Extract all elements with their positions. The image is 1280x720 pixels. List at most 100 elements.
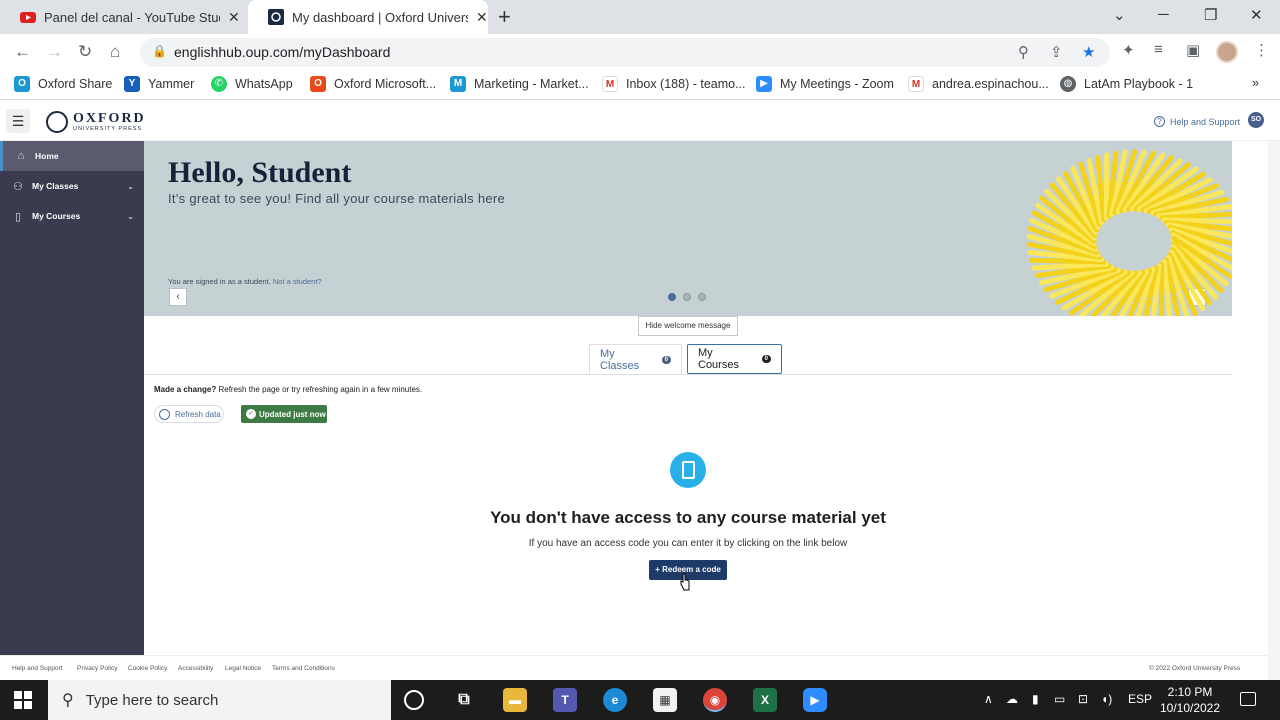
not-a-student-link[interactable]: Not a student? [273, 277, 322, 286]
onedrive-icon[interactable]: ☁ [1006, 692, 1018, 706]
footer-link[interactable]: Accessibility [178, 665, 213, 672]
book-icon: ▯ [14, 210, 22, 223]
tab-my-classes[interactable]: My Classes 0 [589, 344, 682, 375]
bookmarks-bar: O Oxford Share Y Yammer ✆ WhatsApp O Oxford … [0, 70, 1280, 100]
count-badge: 0 [661, 356, 671, 364]
zoom-taskbar-icon[interactable]: ▶ [803, 688, 827, 712]
browser-tab-dashboard[interactable]: My dashboard | Oxford University Press ✕ [248, 0, 488, 34]
bookmark-item[interactable]: ◍ LatAm Playbook - 1 [1060, 76, 1193, 92]
bookmark-item[interactable]: Mandrea.espinachou... [908, 76, 1049, 92]
footer-link[interactable]: Privacy Policy [77, 665, 117, 672]
home-icon[interactable]: ⌂ [110, 42, 120, 62]
bookmark-item[interactable]: M Inbox (188) - teamo... [602, 76, 746, 92]
profile-avatar[interactable] [1216, 41, 1238, 63]
slide-dot[interactable] [698, 293, 706, 301]
cortana-icon[interactable] [404, 690, 424, 710]
sidebar-item-my-classes[interactable]: ⚇ My Classes ⌄ [0, 171, 144, 201]
hand-cursor-icon [680, 573, 690, 591]
bookmark-item[interactable]: ▶ My Meetings - Zoom [756, 76, 894, 92]
notifications-icon[interactable] [1240, 692, 1256, 706]
browser-tab-youtube[interactable]: Panel del canal - YouTube Studio ✕ [0, 0, 246, 34]
file-explorer-icon[interactable]: ▬ [503, 688, 527, 712]
forward-icon[interactable]: → [46, 42, 63, 62]
extensions-icon[interactable]: ✦ [1122, 41, 1135, 59]
media-icon[interactable]: ≡ [1154, 41, 1163, 58]
address-bar[interactable]: 🔒 englishhub.oup.com/myDashboard ⚲ ⇪ ★ [140, 38, 1110, 67]
reload-icon[interactable]: ↻ [78, 42, 92, 62]
empty-state-subtitle: If you have an access code you can enter… [528, 538, 848, 549]
network-icon[interactable]: ⊡ [1078, 692, 1088, 706]
share-icon[interactable]: ⇪ [1050, 43, 1063, 61]
browser-tab-bar: Panel del canal - YouTube Studio ✕ My da… [0, 0, 1280, 34]
window-close-icon[interactable]: ✕ [1250, 6, 1263, 24]
menu-icon[interactable]: ⋮ [1254, 41, 1269, 59]
new-tab-icon[interactable]: + [498, 4, 511, 30]
slide-dot[interactable] [683, 293, 691, 301]
lock-icon[interactable]: 🔒 [152, 44, 167, 58]
check-icon: ✓ [246, 409, 256, 419]
side-panel-icon[interactable]: ▣ [1186, 41, 1200, 59]
oxford-logo[interactable]: OXFORD UNIVERSITY PRESS [46, 111, 146, 133]
hide-welcome-button[interactable]: Hide welcome message [638, 316, 738, 336]
show-hidden-icons-icon[interactable]: ∧ [984, 692, 993, 706]
page-scrollbar[interactable] [1268, 141, 1280, 680]
bookmark-item[interactable]: O Oxford Share [14, 76, 112, 92]
minimize-icon[interactable]: ─ [1158, 6, 1169, 23]
task-view-icon[interactable]: ⧉ [452, 688, 476, 712]
restore-icon[interactable]: ❐ [1204, 6, 1217, 24]
hamburger-menu-icon[interactable]: ☰ [6, 109, 30, 133]
whatsapp-icon: ✆ [211, 76, 227, 92]
back-icon[interactable]: ← [14, 42, 31, 62]
sidebar-item-my-courses[interactable]: ▯ My Courses ⌄ [0, 201, 144, 231]
bookmark-item[interactable]: ✆ WhatsApp [211, 76, 293, 92]
url-text[interactable]: englishhub.oup.com/myDashboard [174, 44, 390, 60]
tab-search-icon[interactable]: ⌄ [1113, 6, 1126, 24]
people-icon: ⚇ [13, 180, 23, 193]
footer-link[interactable]: Legal Notice [225, 665, 261, 672]
count-badge: 0 [761, 355, 771, 363]
windows-start-icon[interactable] [14, 691, 32, 709]
chrome-icon[interactable]: ◉ [703, 688, 727, 712]
address-row: ← → ↻ ⌂ 🔒 englishhub.oup.com/myDashboard… [0, 34, 1280, 70]
bookmark-item[interactable]: M Marketing - Market... [450, 76, 589, 92]
welcome-subtitle: It's great to see you! Find all your cou… [168, 191, 506, 206]
refresh-data-button[interactable]: Refresh data [154, 405, 224, 423]
bookmarks-overflow-icon[interactable]: » [1252, 76, 1259, 90]
sidebar-item-home[interactable]: ⌂ Home [0, 141, 144, 171]
user-avatar[interactable]: SO [1248, 112, 1264, 128]
zoom-icon[interactable]: ⚲ [1018, 43, 1029, 61]
edge-icon[interactable]: e [603, 688, 627, 712]
search-icon: ⚲ [62, 692, 74, 709]
system-clock[interactable]: 2:10 PM 10/10/2022 [1150, 684, 1230, 716]
oxford-favicon-icon [268, 9, 284, 25]
made-change-notice: Made a change? Refresh the page or try r… [154, 385, 423, 394]
notebook-icon [670, 452, 706, 488]
globe-icon: ◍ [1060, 76, 1076, 92]
page-footer: Help and Support Privacy Policy Cookie P… [0, 655, 1280, 680]
store-icon[interactable]: ▦ [653, 688, 677, 712]
bookmark-item[interactable]: O Oxford Microsoft... [310, 76, 436, 92]
close-tab-icon[interactable]: ✕ [228, 9, 240, 26]
excel-icon[interactable]: X [753, 688, 777, 712]
help-and-support-link[interactable]: ? Help and Support [1154, 116, 1240, 127]
taskbar-search-input[interactable]: ⚲ Type here to search [48, 680, 391, 720]
footer-link[interactable]: Help and Support [12, 665, 63, 672]
footer-link[interactable]: Terms and Conditions [272, 665, 335, 672]
sidebar: ⌂ Home ⚇ My Classes ⌄ ▯ My Courses ⌄ [0, 141, 144, 655]
bookmark-star-icon[interactable]: ★ [1082, 43, 1095, 61]
footer-link[interactable]: Cookie Policy [128, 665, 167, 672]
welcome-title: Hello, Student [168, 156, 352, 189]
tab-my-courses[interactable]: My Courses 0 [687, 344, 782, 374]
welcome-banner: Hello, Student It's great to see you! Fi… [144, 141, 1232, 316]
bookmark-item[interactable]: Y Yammer [124, 76, 194, 92]
usb-icon[interactable]: ▮ [1032, 692, 1039, 706]
slide-dot[interactable] [668, 293, 676, 301]
teams-icon[interactable]: T [553, 688, 577, 712]
battery-icon[interactable]: ▭ [1054, 692, 1065, 706]
gmail-icon: M [602, 76, 618, 92]
language-indicator[interactable]: ESP [1128, 692, 1152, 706]
prev-slide-button[interactable]: ‹ [169, 288, 187, 306]
close-tab-icon[interactable]: ✕ [476, 9, 488, 26]
volume-icon[interactable]: ◖) [1101, 692, 1112, 706]
zoom-app-icon: ▶ [756, 76, 772, 92]
